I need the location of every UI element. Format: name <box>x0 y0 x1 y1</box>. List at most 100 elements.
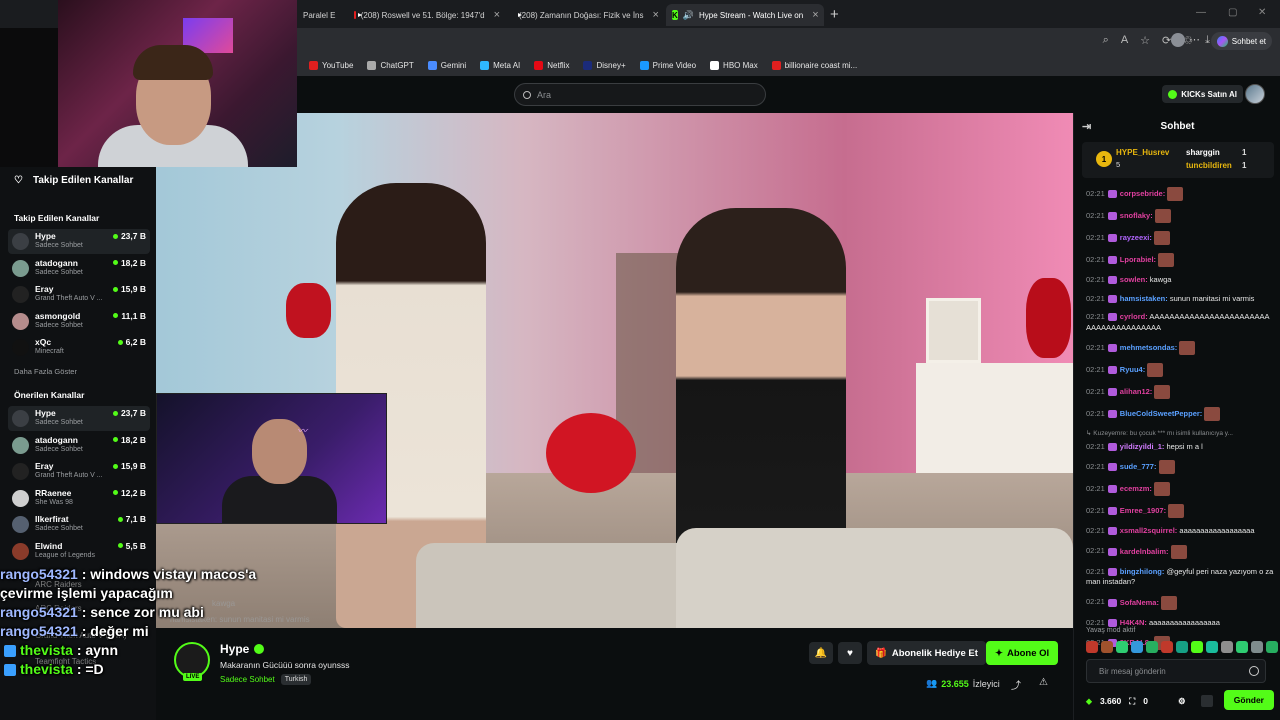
emote-icon[interactable] <box>1266 641 1278 653</box>
chat-message[interactable]: 02:21 hamsistaken: sunun manitasi mi varm… <box>1086 294 1274 305</box>
notification-bell-button[interactable]: 🔔 <box>809 642 833 664</box>
chat-message[interactable]: 02:21 corpsebride: <box>1086 187 1274 201</box>
zoom-icon[interactable]: ⌕ <box>1103 34 1109 47</box>
chat-username[interactable]: cyrlord: <box>1120 312 1148 321</box>
show-more-link[interactable]: Daha Fazla Göster <box>14 367 77 376</box>
emote-icon[interactable] <box>1086 641 1098 653</box>
subscribe-button[interactable]: ✦ Abone Ol <box>986 641 1059 665</box>
chat-username[interactable]: rayzeexi: <box>1120 233 1152 242</box>
chat-username[interactable]: hamsistaken: <box>1120 294 1168 303</box>
chat-message[interactable]: 02:21 xsmall2squirrel: aaaaaaaaaaaaaaaaaa <box>1086 526 1274 537</box>
sidebar-channel-rraenee[interactable]: RRaenee She Was 98 12,2 B <box>8 486 150 511</box>
report-icon[interactable]: ⚠ <box>1039 677 1048 688</box>
emote-icon[interactable] <box>1191 641 1203 653</box>
chat-message[interactable]: 02:21 snoflaky: <box>1086 209 1274 223</box>
profile-avatar[interactable] <box>1171 33 1185 47</box>
bookmark-item[interactable]: YouTube <box>309 60 353 70</box>
send-button[interactable]: Gönder <box>1223 690 1274 710</box>
chat-username[interactable]: Lporabiel: <box>1120 255 1156 264</box>
collapse-chat-icon[interactable]: ⇥ <box>1082 120 1091 133</box>
browser-tab[interactable]: Paralel E <box>297 4 345 26</box>
chat-message[interactable]: 02:21 SofaNema: <box>1086 595 1274 610</box>
more-menu-icon[interactable]: ⋯ <box>1189 33 1200 46</box>
emote-icon[interactable] <box>1206 641 1218 653</box>
chat-username[interactable]: xsmall2squirrel: <box>1120 526 1178 535</box>
chat-message[interactable]: 02:21 BlueColdSweetPepper: <box>1086 407 1274 421</box>
chat-username[interactable]: Emree_1907: <box>1120 506 1166 515</box>
emote-icon[interactable] <box>1161 641 1173 653</box>
bookmark-item[interactable]: HBO Max <box>710 60 758 70</box>
user-avatar[interactable] <box>1245 84 1265 104</box>
chat-username[interactable]: sude_777: <box>1120 462 1157 471</box>
chat-username[interactable]: ecemzm: <box>1120 484 1152 493</box>
chat-message[interactable]: 02:21 bingzhilong: @geyful peri naza yazı… <box>1086 567 1274 588</box>
browser-tab-active[interactable]: K 🔊 Hype Stream - Watch Live on × <box>666 4 824 26</box>
chat-message[interactable]: 02:21 kardelnbalim: <box>1086 544 1274 559</box>
browser-tab[interactable]: (208) Zamanın Doğası: Fizik ve İns × <box>508 4 664 26</box>
chat-username[interactable]: SofaNema: <box>1120 597 1159 606</box>
sidebar-channel-hype[interactable]: Hype Sadece Sohbet 23,7 B <box>8 406 150 431</box>
search-input[interactable]: Ara <box>514 83 766 106</box>
bookmark-item[interactable]: Meta AI <box>480 60 520 70</box>
bookmark-item[interactable]: Gemini <box>427 60 466 70</box>
copilot-button[interactable]: Sohbet et <box>1210 32 1272 50</box>
emote-icon[interactable] <box>1176 641 1188 653</box>
bookmark-item[interactable]: billionaire coast mi... <box>771 60 857 70</box>
read-aloud-icon[interactable]: A <box>1121 34 1128 47</box>
download-icon[interactable]: ⤓ <box>1205 34 1210 47</box>
chat-username[interactable]: BlueColdSweetPepper: <box>1120 409 1203 418</box>
chat-username[interactable]: H4K4N: <box>1120 618 1147 627</box>
video-player[interactable] <box>156 113 1073 628</box>
sidebar-header[interactable]: ♡ Takip Edilen Kanallar <box>14 175 133 186</box>
emote-icon[interactable] <box>1131 641 1143 653</box>
sidebar-channel-eray[interactable]: Eray Grand Theft Auto V ... 15,9 B <box>8 459 150 484</box>
new-tab-button[interactable]: + <box>830 6 839 23</box>
chat-message[interactable]: 02:21 Emree_1907: <box>1086 504 1274 518</box>
chat-message[interactable]: 02:21 yildizyildi_1: hepsi m a l <box>1086 442 1274 453</box>
chat-username[interactable]: mehmetsondas: <box>1120 343 1178 352</box>
chat-username[interactable]: alihan12: <box>1120 387 1153 396</box>
sidebar-channel-eray[interactable]: Eray Grand Theft Auto V ... 15,9 B <box>8 282 150 307</box>
sidebar-channel-hype[interactable]: Hype Sadece Sohbet 23,7 B <box>8 229 150 254</box>
sidebar-channel-elwind[interactable]: Elwind League of Legends 5,5 B <box>8 539 150 564</box>
top-gifters-banner[interactable]: 1 HYPE_Husrev 5 sharggin 1 tuncbildiren … <box>1082 142 1274 178</box>
chat-username[interactable]: sowlen: <box>1120 275 1148 284</box>
emote-icon[interactable] <box>1146 641 1158 653</box>
close-icon[interactable]: × <box>812 9 818 21</box>
gift-subscription-button[interactable]: 🎁 Abonelik Hediye Et <box>867 641 986 665</box>
chat-message[interactable]: 02:21 mehmetsondas: <box>1086 341 1274 355</box>
chat-message[interactable]: 02:21 cyrlord: AAAAAAAAAAAAAAAAAAAAAAAAAA… <box>1086 312 1274 333</box>
emote-icon[interactable] <box>1101 641 1113 653</box>
sidebar-channel-ilkerfirat[interactable]: Ilkerfirat Sadece Sohbet 7,1 B <box>8 512 150 537</box>
chat-message[interactable]: 02:21 ecemzm: <box>1086 482 1274 496</box>
bookmark-item[interactable]: Disney+ <box>583 60 626 70</box>
emote-icon[interactable] <box>1221 641 1233 653</box>
emote-icon[interactable] <box>1251 641 1263 653</box>
emote-icon[interactable] <box>1116 641 1128 653</box>
sidebar-channel-asmongold[interactable]: asmongold Sadece Sohbet 11,1 B <box>8 309 150 334</box>
chat-message[interactable]: 02:21 sowlen: kawga <box>1086 275 1274 286</box>
browser-tab[interactable]: (208) Roswell ve 51. Bölge: 1947'd × <box>348 4 506 26</box>
sidebar-channel-atadogann[interactable]: atadogann Sadece Sohbet 18,2 B <box>8 433 150 458</box>
close-icon[interactable]: × <box>653 9 659 21</box>
follow-heart-button[interactable]: ♥ <box>838 642 862 664</box>
emoji-picker-icon[interactable] <box>1249 666 1259 676</box>
chat-username[interactable]: corpsebride: <box>1120 189 1165 198</box>
chat-username[interactable]: Ryuu4: <box>1120 365 1145 374</box>
chat-message[interactable]: 02:21 Ryuu4: <box>1086 363 1274 377</box>
chat-message-input[interactable]: Bir mesaj gönderin <box>1086 659 1266 683</box>
sidebar-channel-xqc[interactable]: xQc Minecraft 6,2 B <box>8 335 150 360</box>
share-icon[interactable]: ⤴ <box>1011 677 1021 692</box>
bookmark-item[interactable]: Prime Video <box>639 60 696 70</box>
chat-message[interactable]: 02:21 sude_777: <box>1086 460 1274 474</box>
favorite-star-icon[interactable]: ☆ <box>1140 34 1150 47</box>
close-icon[interactable]: × <box>494 9 500 21</box>
chat-username[interactable]: bingzhilong: <box>1120 567 1165 576</box>
sidebar-channel-atadogann[interactable]: atadogann Sadece Sohbet 18,2 B <box>8 256 150 281</box>
minimize-icon[interactable]: — <box>1196 7 1206 18</box>
settings-gear-icon[interactable]: ⚙ <box>1178 696 1186 707</box>
bookmark-item[interactable]: Netflix <box>534 60 569 70</box>
maximize-icon[interactable]: ▢ <box>1228 7 1237 18</box>
chat-username[interactable]: kardelnbalim: <box>1120 546 1169 555</box>
extensions-icon[interactable]: ⟳ <box>1162 34 1171 47</box>
